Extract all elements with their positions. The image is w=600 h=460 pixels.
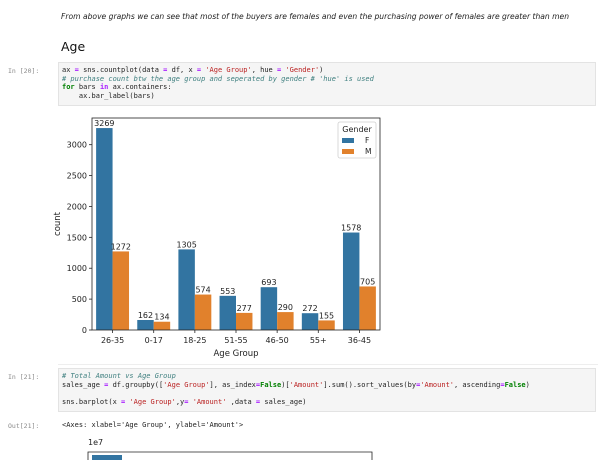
cell-prompt-in-20: In [20]: [8,67,40,75]
data-label: 574 [195,286,210,295]
data-label: 1305 [176,240,196,249]
data-label: 272 [302,304,317,313]
data-label: 134 [154,313,169,322]
y-tick-label: 0 [82,326,87,335]
bar-m-18-25 [194,294,212,330]
plot-frame-partial [87,451,373,460]
data-label: 1272 [111,242,131,251]
x-axis-label: Age Group [213,349,258,359]
bar-m-51-55 [236,312,253,330]
bar-m-46-50 [277,312,294,330]
code-line: ax = sns.countplot(data = df, x = 'Age G… [62,66,324,74]
code-cell-21[interactable]: # Total Amount vs Age Group sales_age = … [58,368,596,412]
code-cell-20[interactable]: ax = sns.countplot(data = df, x = 'Age G… [58,62,596,106]
output-repr: <Axes: xlabel='Age Group', ylabel='Amoun… [62,421,244,429]
cell-prompt-in-21: In [21]: [8,373,40,381]
x-tick-label: 36-45 [348,336,371,345]
bar-f-0-17 [137,319,154,330]
section-heading-age: Age [61,39,86,54]
data-label: 3269 [94,119,114,128]
x-tick-label: 46-50 [266,336,289,345]
markdown-paragraph: From above graphs we can see that most o… [61,12,570,21]
bar-m-26-35 [112,251,130,330]
x-tick-label: 55+ [310,336,327,345]
legend-swatch-f [342,138,354,143]
bar-f-26-35 [96,128,113,330]
code-line: for bars in ax.containers: [62,83,172,92]
cell-prompt-out-21: Out[21]: [8,422,40,430]
y-tick-label: 500 [72,295,87,304]
data-label: 693 [261,278,276,287]
data-label: 162 [138,311,153,320]
legend-label-m: M [365,147,371,156]
x-tick-label: 51-55 [224,336,247,345]
data-label: 277 [237,304,252,313]
cell-separator [58,364,598,365]
data-label: 1578 [341,224,361,233]
x-tick-label: 26-35 [101,336,124,345]
bar-f-46-50 [260,287,278,330]
legend-swatch-m [342,149,354,154]
y-tick-label: 1000 [67,264,87,273]
code-comment: # purchase count btw the age group and s… [62,74,374,83]
x-tick-label: 18-25 [183,336,206,345]
code-line: ax.bar_label(bars) [62,91,155,100]
y-tick-label: 2500 [67,172,87,181]
legend-box [337,121,377,159]
code-line: sns.barplot(x = 'Age Group',y= 'Amount' … [62,397,307,406]
bar-m-55+ [318,320,335,330]
bar-f-55+ [301,313,319,330]
code-comment: # Total Amount vs Age Group [62,372,176,380]
y-tick-label: 3000 [67,141,87,150]
bar-m-36-45 [359,286,376,330]
legend-title: Gender [342,125,372,134]
code-line: sales_age = df.groupby(['Age Group'], as… [62,380,530,389]
data-label: 155 [319,311,334,320]
bar-m-0-17 [153,321,171,330]
y-axis-label: count [53,211,63,236]
scale-offset-label: 1e7 [88,438,103,447]
data-label: 705 [360,277,375,286]
bar-f-36-45 [342,232,360,330]
data-label: 553 [220,287,235,296]
legend-label-f: F [365,136,369,145]
y-tick-label: 2000 [67,202,87,211]
bar-partial [92,455,122,460]
y-tick-label: 1500 [67,233,87,242]
plot-frame [91,117,381,331]
x-tick-label: 0-17 [145,336,163,345]
data-label: 290 [278,303,293,312]
bar-f-51-55 [219,295,236,330]
bar-f-18-25 [178,249,195,330]
